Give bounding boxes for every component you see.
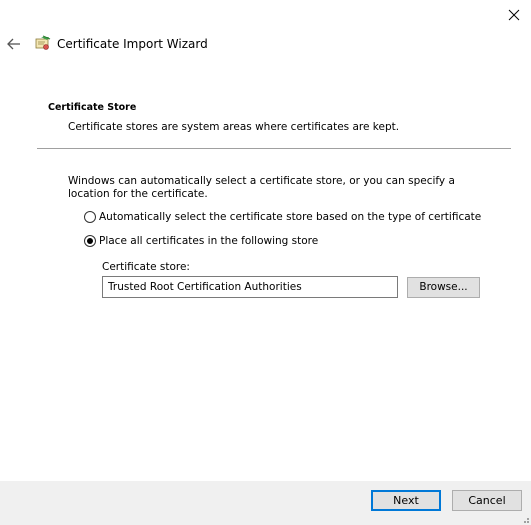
certificate-import-wizard-window: Certificate Import Wizard Certificate St… (0, 0, 531, 525)
browse-button[interactable]: Browse... (407, 277, 480, 298)
resize-grip-icon[interactable] (520, 514, 530, 524)
radio-auto-select-label[interactable]: Automatically select the certificate sto… (99, 211, 481, 223)
radio-place-in-store[interactable]: Place all certificates in the following … (84, 235, 318, 247)
certificate-store-field[interactable]: Trusted Root Certification Authorities (102, 276, 398, 298)
close-button[interactable] (500, 2, 528, 28)
back-button[interactable] (4, 34, 24, 54)
next-button[interactable]: Next (371, 490, 441, 511)
certificate-store-label: Certificate store: (102, 261, 190, 273)
header-divider (37, 148, 511, 149)
close-icon (508, 9, 520, 21)
wizard-header: Certificate Import Wizard (0, 30, 531, 60)
radio-auto-select[interactable]: Automatically select the certificate sto… (84, 211, 481, 223)
page-heading: Certificate Store (48, 102, 137, 113)
page-description: Certificate stores are system areas wher… (68, 121, 400, 133)
radio-place-in-store-circle[interactable] (84, 235, 96, 247)
certificate-wizard-icon (34, 35, 52, 53)
radio-auto-select-circle[interactable] (84, 211, 96, 223)
cancel-button[interactable]: Cancel (452, 490, 522, 511)
intro-text: Windows can automatically select a certi… (68, 175, 455, 200)
back-arrow-icon (7, 38, 20, 50)
wizard-footer: Next Cancel (0, 481, 531, 525)
wizard-title: Certificate Import Wizard (57, 37, 208, 51)
radio-place-in-store-label[interactable]: Place all certificates in the following … (99, 235, 318, 247)
